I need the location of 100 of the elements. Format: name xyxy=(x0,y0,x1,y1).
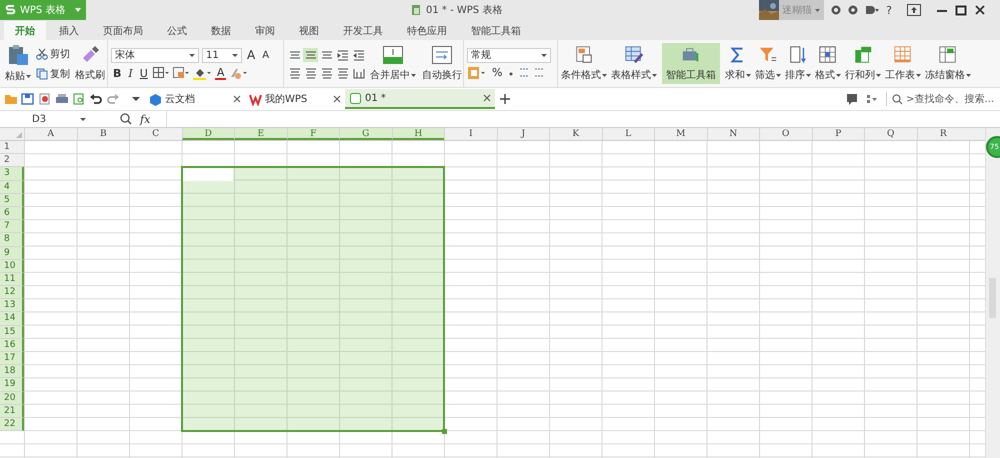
row-header[interactable]: 21 xyxy=(0,404,24,418)
menu-tab[interactable]: 智能工具箱 xyxy=(460,21,532,40)
indent-icon[interactable] xyxy=(335,48,350,62)
horizontal-align-icon[interactable] xyxy=(335,66,350,80)
close-icon[interactable] xyxy=(333,95,341,103)
cell-style-icon[interactable] xyxy=(172,67,190,79)
borders-icon[interactable] xyxy=(152,67,170,79)
new-tab-icon[interactable] xyxy=(499,93,511,105)
fill-handle[interactable] xyxy=(442,429,447,434)
column-header[interactable]: Q xyxy=(864,128,916,140)
column-header[interactable]: I xyxy=(444,128,496,140)
ribbon-tool-button[interactable]: 工作表 xyxy=(883,43,923,84)
menu-tab[interactable]: 开始 xyxy=(4,21,46,40)
row-header[interactable]: 14 xyxy=(0,312,24,326)
horizontal-align-icon[interactable] xyxy=(303,66,318,80)
column-header[interactable]: N xyxy=(706,128,759,140)
row-header[interactable]: 18 xyxy=(0,365,24,378)
row-header[interactable]: 3 xyxy=(0,167,24,181)
column-header[interactable]: B xyxy=(76,128,129,140)
merge-center-button[interactable]: 合并居中 xyxy=(368,43,418,84)
column-header[interactable]: J xyxy=(496,128,549,140)
close-icon[interactable] xyxy=(233,95,241,103)
row-header[interactable]: 7 xyxy=(0,220,24,234)
shrink-font-button[interactable]: A xyxy=(260,50,272,60)
italic-button[interactable]: I xyxy=(126,66,135,80)
ribbon-tool-button[interactable]: 格式 xyxy=(813,43,843,84)
restore-ribbon-icon[interactable] xyxy=(907,4,921,16)
row-header[interactable]: 8 xyxy=(0,233,24,246)
menu-tab[interactable]: 视图 xyxy=(288,21,330,40)
menu-tab[interactable]: 审阅 xyxy=(244,21,286,40)
column-header[interactable]: G xyxy=(339,128,392,140)
column-header[interactable]: O xyxy=(759,128,812,140)
cut-button[interactable]: 剪切 xyxy=(36,46,70,60)
share-icon[interactable] xyxy=(866,93,878,105)
row-header[interactable]: 12 xyxy=(0,286,24,300)
column-header[interactable]: P xyxy=(812,128,864,140)
font-size-field[interactable]: 11 xyxy=(202,48,242,62)
row-header[interactable]: 5 xyxy=(0,194,24,207)
row-header[interactable]: 13 xyxy=(0,299,24,312)
format-painter-button[interactable]: 格式刷 xyxy=(73,43,107,84)
row-header[interactable]: 9 xyxy=(0,246,24,260)
ribbon-tool-button[interactable]: 求和 xyxy=(723,43,753,84)
print-icon[interactable] xyxy=(55,93,69,105)
menu-tab[interactable]: 页面布局 xyxy=(92,21,154,40)
column-header[interactable]: M xyxy=(654,128,706,140)
ribbon-tool-button[interactable]: 行和列 xyxy=(843,43,883,84)
document-tab[interactable]: 我的WPS xyxy=(245,89,345,109)
command-search-field[interactable]: >查找命令、搜索... xyxy=(886,92,994,106)
insert-function-button[interactable]: fx xyxy=(140,112,160,126)
row-header[interactable]: 1 xyxy=(0,141,24,154)
wrap-text-button[interactable]: 自动换行 xyxy=(420,43,464,84)
row-header[interactable]: 2 xyxy=(0,154,24,168)
undo-icon[interactable] xyxy=(89,93,103,105)
number-format-field[interactable]: 常规 xyxy=(467,48,551,62)
row-header[interactable]: 4 xyxy=(0,180,24,194)
outdent-icon[interactable] xyxy=(351,48,366,62)
ribbon-tool-button[interactable]: 智能工具箱 xyxy=(662,43,720,84)
grow-font-button[interactable]: A xyxy=(245,48,258,62)
row-header[interactable]: 20 xyxy=(0,392,24,405)
ribbon-tool-button[interactable]: 排序 xyxy=(783,43,813,84)
maximize-icon[interactable] xyxy=(955,4,967,16)
column-header[interactable]: H xyxy=(392,128,444,140)
menu-tab[interactable]: 数据 xyxy=(200,21,242,40)
bold-button[interactable]: B xyxy=(111,66,124,80)
column-header[interactable]: F xyxy=(286,128,339,140)
name-box[interactable]: D3 xyxy=(0,111,90,127)
menu-tab[interactable]: 公式 xyxy=(156,21,198,40)
percent-button[interactable]: % xyxy=(490,66,504,79)
font-name-field[interactable]: 宋体 xyxy=(111,48,199,62)
column-header[interactable]: R xyxy=(916,128,969,140)
underline-button[interactable]: U xyxy=(138,66,150,80)
horizontal-align-icon[interactable] xyxy=(319,66,334,80)
row-header[interactable]: 11 xyxy=(0,272,24,286)
copy-button[interactable]: 复制 xyxy=(36,66,70,80)
row-header[interactable]: 22 xyxy=(0,418,24,432)
help-button[interactable]: ? xyxy=(886,4,892,16)
horizontal-align-icon[interactable] xyxy=(287,66,302,80)
paste-button[interactable]: 粘贴 xyxy=(3,42,33,85)
menu-tab[interactable]: 特色应用 xyxy=(396,21,458,40)
font-color-button[interactable]: A xyxy=(214,66,226,80)
menu-tab[interactable]: 插入 xyxy=(48,21,90,40)
active-cell[interactable] xyxy=(182,168,233,181)
fill-color-icon[interactable] xyxy=(192,66,212,80)
row-header[interactable]: 17 xyxy=(0,352,24,366)
document-tab[interactable]: 云文档 xyxy=(145,89,245,109)
ribbon-tool-button[interactable]: 冻结窗格 xyxy=(923,43,973,84)
row-header[interactable]: 16 xyxy=(0,338,24,352)
chat-icon[interactable] xyxy=(846,93,858,105)
ribbon-tool-button[interactable]: 筛选 xyxy=(753,43,783,84)
row-header[interactable]: 10 xyxy=(0,260,24,273)
close-icon[interactable] xyxy=(483,94,491,102)
menu-tab[interactable]: 开发工具 xyxy=(332,21,394,40)
column-header[interactable]: L xyxy=(602,128,654,140)
vertical-align-icon[interactable] xyxy=(303,48,318,62)
save-icon[interactable] xyxy=(21,93,35,105)
column-header[interactable]: K xyxy=(549,128,602,140)
row-header[interactable]: 19 xyxy=(0,378,24,392)
column-header[interactable]: A xyxy=(24,128,76,140)
close-icon[interactable] xyxy=(974,4,986,16)
document-tab[interactable]: 01 * xyxy=(345,89,495,109)
